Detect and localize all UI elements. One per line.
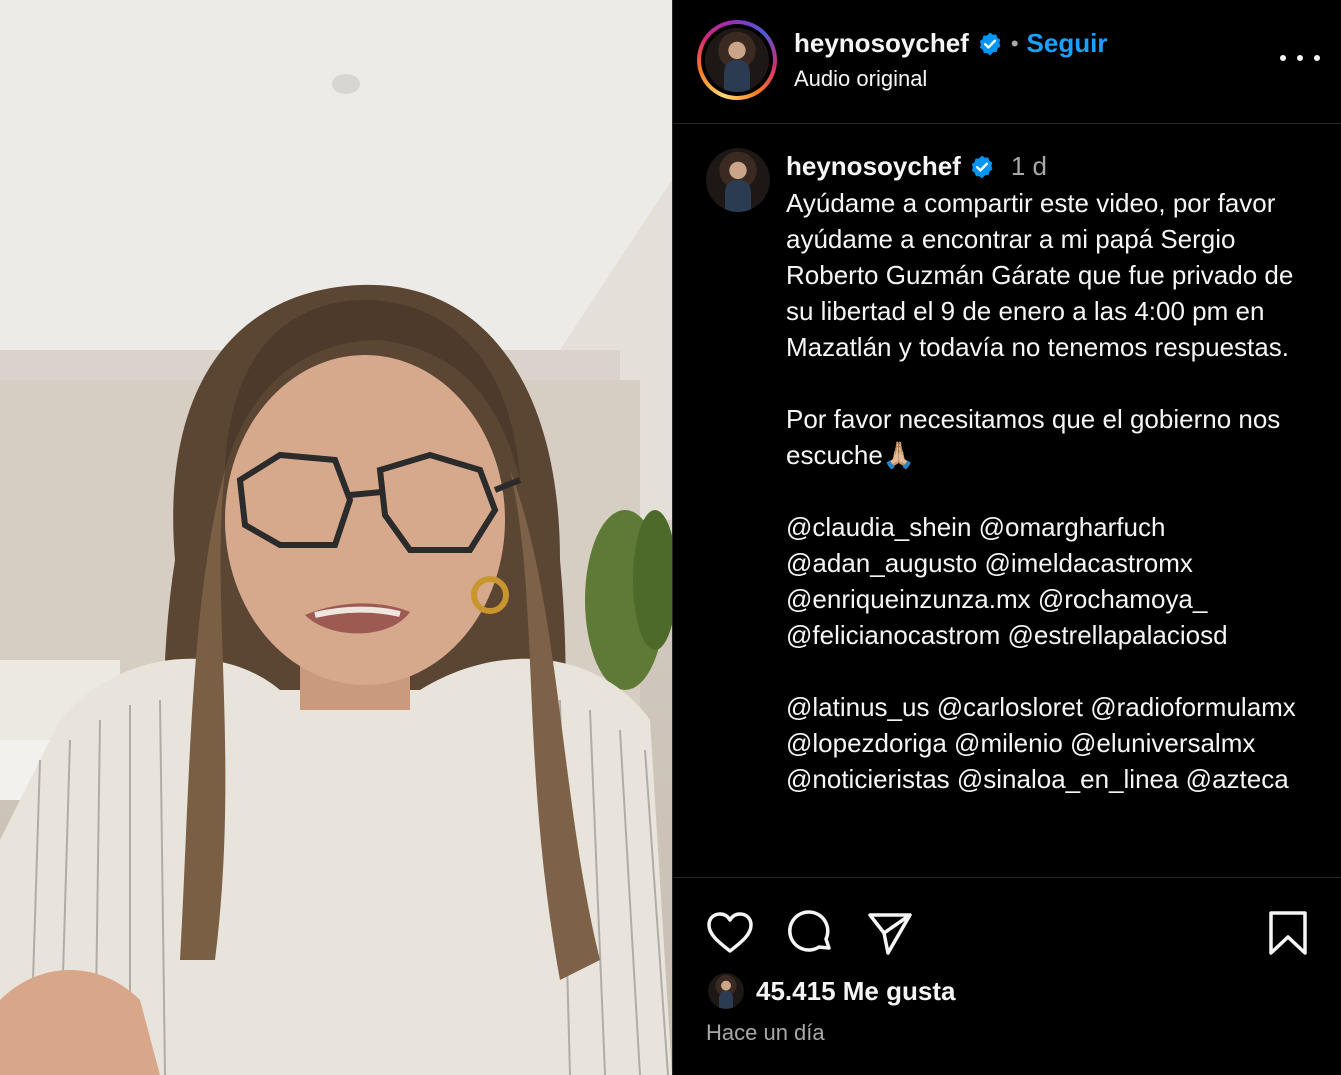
header-username[interactable]: heynosoychef xyxy=(794,28,969,59)
verified-badge-icon xyxy=(979,32,1001,55)
post-panel: heynosoychef • Seguir Audio original hey… xyxy=(672,0,1341,1075)
profile-avatar-story-ring[interactable] xyxy=(697,20,777,100)
verified-badge-icon xyxy=(971,155,993,178)
post-header: heynosoychef • Seguir Audio original xyxy=(673,0,1341,124)
caption-header: heynosoychef 1 d xyxy=(786,151,1047,182)
likes-count[interactable]: 45.415 Me gusta xyxy=(756,976,955,1007)
post-actions: 45.415 Me gusta Hace un día xyxy=(673,877,1341,1075)
liker-avatar xyxy=(706,971,746,1011)
separator-dot: • xyxy=(1010,30,1019,56)
send-icon[interactable] xyxy=(865,908,915,958)
caption-text: Ayúdame a compartir este video, por favo… xyxy=(786,188,1296,794)
follow-button[interactable]: Seguir xyxy=(1027,28,1108,59)
video-player[interactable] xyxy=(0,0,672,1075)
heart-icon[interactable] xyxy=(705,908,755,958)
likes-row[interactable]: 45.415 Me gusta xyxy=(706,971,955,1011)
post-timestamp: 1 d xyxy=(1010,151,1047,181)
caption-username[interactable]: heynosoychef xyxy=(786,151,961,182)
avatar xyxy=(705,28,769,92)
caption-avatar[interactable] xyxy=(706,148,770,212)
more-horizontal-icon[interactable] xyxy=(1280,46,1320,70)
header-user-row: heynosoychef • Seguir xyxy=(794,28,1107,59)
bookmark-icon[interactable] xyxy=(1263,908,1313,958)
audio-link[interactable]: Audio original xyxy=(794,66,927,92)
video-frame-image xyxy=(0,0,672,1075)
post-time-ago: Hace un día xyxy=(706,1020,825,1045)
caption-section: heynosoychef 1 d Ayúdame a compartir est… xyxy=(673,125,1341,877)
comment-icon[interactable] xyxy=(785,908,835,958)
